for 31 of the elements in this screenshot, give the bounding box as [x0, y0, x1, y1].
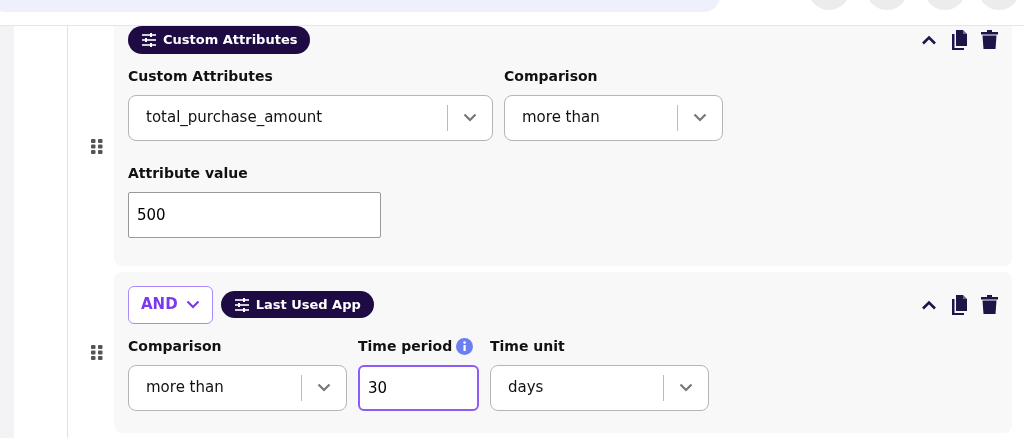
chevron-down-icon	[679, 383, 693, 392]
copy-icon[interactable]	[951, 294, 967, 315]
input-field[interactable]: 500	[128, 191, 381, 238]
field-label: Comparison	[504, 66, 598, 86]
trash-icon[interactable]	[981, 295, 998, 314]
input-field[interactable]: 30	[358, 364, 479, 411]
chevron-down-icon	[317, 383, 331, 392]
field-label: Attribute value	[128, 163, 248, 183]
field-label: Custom Attributes	[128, 66, 273, 86]
collapse-icon[interactable]	[921, 34, 937, 45]
field-label: Comparison	[128, 336, 222, 356]
copy-icon[interactable]	[951, 29, 967, 50]
operator-dropdown[interactable]: AND	[128, 285, 213, 324]
sliders-icon	[141, 31, 157, 48]
drag-handle-icon[interactable]	[90, 344, 104, 360]
trash-icon[interactable]	[981, 30, 998, 50]
select-field[interactable]: total_purchase_amount	[128, 94, 493, 141]
sliders-icon	[233, 296, 250, 313]
collapse-icon[interactable]	[921, 299, 937, 310]
attribute-chip[interactable]: Custom Attributes	[128, 26, 311, 54]
chevron-down-icon	[693, 113, 707, 122]
chevron-down-icon	[463, 113, 477, 122]
caret-icon	[185, 300, 200, 309]
select-field[interactable]: more than	[128, 364, 347, 411]
info-icon[interactable]	[456, 337, 474, 355]
select-field[interactable]: more than	[504, 94, 723, 141]
attribute-chip[interactable]: Last Used App	[220, 290, 374, 319]
field-label: Time unit	[490, 336, 565, 356]
field-label: Time period	[358, 336, 453, 356]
drag-handle-icon[interactable]	[90, 137, 104, 154]
select-field[interactable]: days	[490, 364, 709, 411]
